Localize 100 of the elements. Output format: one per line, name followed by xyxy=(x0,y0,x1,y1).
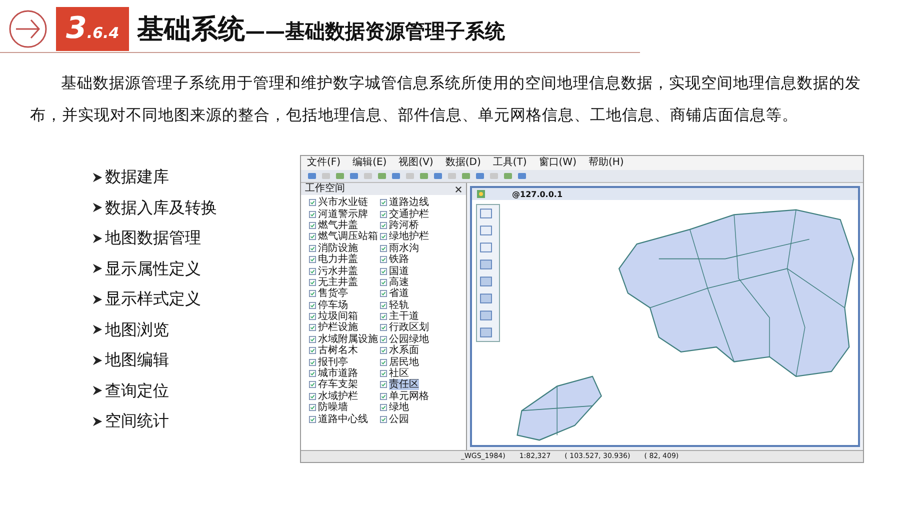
layer-checkbox-icon[interactable] xyxy=(309,210,316,218)
menu-item[interactable]: 工具(T) xyxy=(492,157,527,169)
layer-item[interactable]: 绿地护栏 xyxy=(389,231,429,242)
menu-item[interactable]: 窗口(W) xyxy=(538,157,576,169)
layer-checkbox-icon[interactable] xyxy=(309,244,316,252)
layer-item[interactable]: 护栏设施 xyxy=(318,322,358,334)
feature-item: 显示样式定义 xyxy=(105,289,201,309)
layer-checkbox-icon[interactable] xyxy=(380,404,387,412)
layer-item[interactable]: 行政区划 xyxy=(389,322,429,334)
layer-item[interactable]: 城市道路 xyxy=(318,368,358,380)
layer-checkbox-icon[interactable] xyxy=(380,210,387,218)
layer-checkbox-icon[interactable] xyxy=(380,256,387,264)
layer-checkbox-icon[interactable] xyxy=(309,392,316,400)
layer-checkbox-icon[interactable] xyxy=(380,370,387,378)
layer-checkbox-icon[interactable] xyxy=(309,222,316,229)
layer-item[interactable]: 水域附属设施 xyxy=(318,334,378,345)
layer-checkbox-icon[interactable] xyxy=(380,381,387,388)
layer-checkbox-icon[interactable] xyxy=(380,347,387,354)
layer-item[interactable]: 售货亭 xyxy=(318,288,348,300)
layer-checkbox-icon[interactable] xyxy=(380,290,387,298)
menu-item[interactable]: 数据(D) xyxy=(445,157,481,169)
layer-item[interactable]: 污水井盖 xyxy=(318,266,358,277)
layer-item[interactable]: 交通护栏 xyxy=(389,208,429,220)
layer-checkbox-icon[interactable] xyxy=(309,278,316,286)
layer-checkbox-icon[interactable] xyxy=(309,302,316,309)
layer-checkbox-icon[interactable] xyxy=(380,324,387,332)
layer-item[interactable]: 存车支架 xyxy=(318,379,358,390)
layer-item[interactable]: 燃气井盖 xyxy=(318,220,358,231)
layer-checkbox-icon[interactable] xyxy=(380,244,387,252)
layer-item[interactable]: 主干道 xyxy=(389,311,419,322)
layer-item[interactable]: 轻轨 xyxy=(389,300,409,311)
layer-checkbox-icon[interactable] xyxy=(309,199,316,206)
layer-checkbox-icon[interactable] xyxy=(309,416,316,423)
layer-item[interactable]: 省道 xyxy=(389,288,409,300)
map-tool-icon[interactable] xyxy=(479,327,493,338)
layer-item[interactable]: 垃圾间箱 xyxy=(318,311,358,322)
layer-checkbox-icon[interactable] xyxy=(309,313,316,320)
map-tool-icon[interactable] xyxy=(479,310,493,321)
layer-checkbox-icon[interactable] xyxy=(309,290,316,298)
layer-checkbox-icon[interactable] xyxy=(309,358,316,366)
layer-item[interactable]: 居民地 xyxy=(389,356,419,368)
layer-item[interactable]: 停车场 xyxy=(318,300,348,311)
layer-item[interactable]: 古树名木 xyxy=(318,345,358,356)
feature-item: 空间统计 xyxy=(105,411,169,431)
layer-item[interactable]: 道路边线 xyxy=(389,197,429,208)
layer-checkbox-icon[interactable] xyxy=(380,416,387,423)
menu-item[interactable]: 帮助(H) xyxy=(588,157,624,169)
map-tool-icon[interactable] xyxy=(479,293,493,304)
layer-item[interactable]: 燃气调压站箱 xyxy=(318,231,378,242)
layer-checkbox-icon[interactable] xyxy=(380,302,387,309)
layer-item[interactable]: 水域护栏 xyxy=(318,390,358,402)
map-tool-icon[interactable] xyxy=(479,276,493,287)
layer-checkbox-icon[interactable] xyxy=(380,268,387,275)
layer-checkbox-icon[interactable] xyxy=(380,199,387,206)
layer-checkbox-icon[interactable] xyxy=(380,278,387,286)
layer-item[interactable]: 消防设施 xyxy=(318,242,358,254)
layer-item[interactable]: 水系面 xyxy=(389,345,419,356)
layer-item[interactable]: 绿地 xyxy=(389,402,409,414)
map-tool-icon[interactable] xyxy=(479,242,493,253)
layer-checkbox-icon[interactable] xyxy=(309,256,316,264)
arrow-circle-icon xyxy=(8,9,48,49)
layer-item[interactable]: 跨河桥 xyxy=(389,220,419,231)
layer-checkbox-icon[interactable] xyxy=(309,370,316,378)
menu-item[interactable]: 文件(F) xyxy=(307,157,341,169)
layer-item[interactable]: 公园绿地 xyxy=(389,334,429,345)
layer-item[interactable]: 单元网格 xyxy=(389,390,429,402)
layer-item[interactable]: 报刊亭 xyxy=(318,356,348,368)
layer-item[interactable]: 无主井盖 xyxy=(318,276,358,288)
layer-checkbox-icon[interactable] xyxy=(380,233,387,240)
layer-item[interactable]: 河道警示牌 xyxy=(318,208,368,220)
layer-checkbox-icon[interactable] xyxy=(380,313,387,320)
layer-checkbox-icon[interactable] xyxy=(309,324,316,332)
layer-item[interactable]: 防噪墙 xyxy=(318,402,348,414)
map-tool-icon[interactable] xyxy=(479,208,493,219)
layer-checkbox-icon[interactable] xyxy=(380,222,387,229)
layer-item[interactable]: 雨水沟 xyxy=(389,242,419,254)
close-icon[interactable] xyxy=(455,186,462,192)
layer-checkbox-icon[interactable] xyxy=(309,404,316,412)
layer-checkbox-icon[interactable] xyxy=(309,233,316,240)
map-tool-icon[interactable] xyxy=(479,225,493,236)
layer-checkbox-icon[interactable] xyxy=(380,358,387,366)
layer-item[interactable]: 铁路 xyxy=(389,254,409,266)
layer-item[interactable]: 社区 xyxy=(389,368,409,380)
layer-checkbox-icon[interactable] xyxy=(309,347,316,354)
layer-checkbox-icon[interactable] xyxy=(380,336,387,343)
layer-checkbox-icon[interactable] xyxy=(309,268,316,275)
layer-item[interactable]: 高速 xyxy=(389,276,409,288)
layer-item[interactable]: 国道 xyxy=(389,266,409,277)
layer-checkbox-icon[interactable] xyxy=(309,336,316,343)
menu-item[interactable]: 编辑(E) xyxy=(352,157,387,169)
layer-item[interactable]: 电力井盖 xyxy=(318,254,358,266)
layer-item[interactable]: 责任区 xyxy=(389,379,419,390)
menu-item[interactable]: 视图(V) xyxy=(398,157,434,169)
layer-item[interactable]: 公园 xyxy=(389,414,409,425)
layer-item[interactable]: 兴市水业链 xyxy=(318,197,368,208)
layer-checkbox-icon[interactable] xyxy=(309,381,316,388)
layer-item[interactable]: 道路中心线 xyxy=(318,414,368,425)
arrowhead-bullet-icon xyxy=(92,324,103,335)
map-tool-icon[interactable] xyxy=(479,259,493,270)
layer-checkbox-icon[interactable] xyxy=(380,392,387,400)
